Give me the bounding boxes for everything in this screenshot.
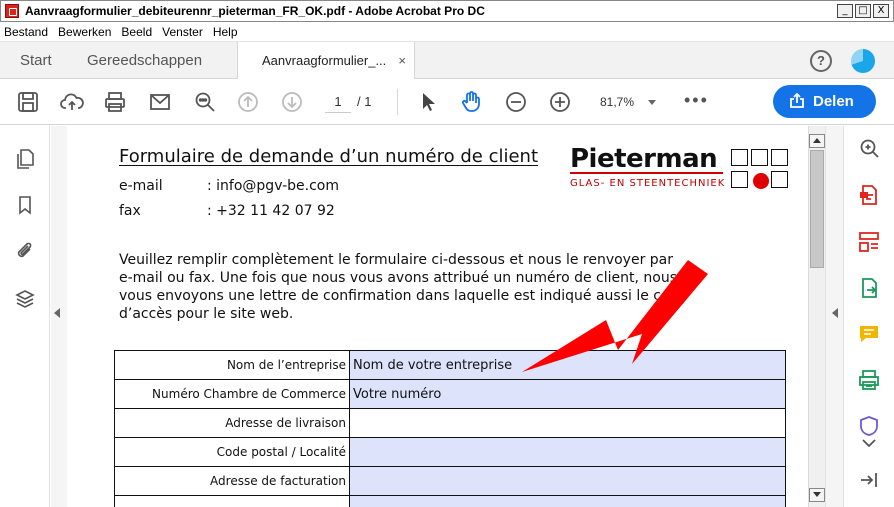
form-field-label: Adresse de facturation — [114, 466, 350, 496]
email-icon[interactable] — [148, 90, 172, 114]
collapse-panel-icon[interactable] — [857, 468, 881, 492]
postal-code-city-field[interactable] — [349, 437, 786, 467]
zoom-search-icon[interactable] — [857, 136, 881, 160]
scroll-thumb[interactable] — [810, 150, 824, 268]
zoom-in-icon[interactable] — [548, 90, 572, 114]
menu-item-help[interactable]: Help — [213, 25, 238, 39]
menu-item-bewerken[interactable]: Bewerken — [58, 25, 111, 39]
more-tools-icon[interactable]: ••• — [684, 91, 709, 109]
red-annotation-arrow — [522, 260, 708, 372]
contact-value: : +32 11 42 07 92 — [207, 203, 335, 219]
tab-start[interactable]: Start — [20, 42, 52, 79]
save-icon[interactable] — [16, 90, 40, 114]
contact-label: e-mail — [119, 178, 163, 194]
organize-pages-icon[interactable] — [857, 230, 881, 254]
upload-cloud-icon[interactable] — [60, 90, 84, 114]
layers-icon[interactable] — [14, 288, 36, 310]
main-toolbar: 1 / 1 81,7% ••• — [0, 79, 894, 125]
select-pointer-icon[interactable] — [416, 90, 440, 114]
collapse-left-panel[interactable] — [51, 126, 67, 507]
print-icon[interactable] — [103, 90, 127, 114]
attachment-icon[interactable] — [14, 240, 36, 262]
company-logo-name: Pieterman — [570, 144, 718, 174]
form-field-label — [114, 495, 350, 507]
zoom-select[interactable]: 81,7% — [592, 93, 662, 113]
chevron-down-icon[interactable] — [857, 432, 881, 448]
zoom-out-icon[interactable] — [504, 90, 528, 114]
previous-page-icon[interactable] — [236, 90, 260, 114]
menu-item-bestand[interactable]: Bestand — [4, 25, 48, 39]
export-pdf-icon[interactable] — [857, 183, 881, 207]
collapse-right-panel[interactable] — [825, 126, 843, 507]
minimize-button[interactable]: _ — [837, 4, 853, 18]
page-total: / 1 — [357, 94, 372, 109]
window-titlebar: Aanvraagformulier_debiteurennr_pieterman… — [0, 0, 894, 22]
bookmark-icon[interactable] — [14, 194, 36, 216]
menu-item-beeld[interactable]: Beeld — [121, 25, 152, 39]
window-controls: _ □ X — [837, 4, 889, 18]
send-file-icon[interactable] — [857, 276, 881, 300]
menu-item-venster[interactable]: Venster — [162, 25, 203, 39]
help-icon[interactable]: ? — [810, 50, 832, 72]
contact-value: : info@pgv-be.com — [207, 178, 340, 194]
vertical-scrollbar[interactable] — [808, 126, 825, 507]
tab-tools[interactable]: Gereedschappen — [87, 42, 202, 79]
form-field-label: Nom de l’entreprise — [114, 350, 350, 380]
form-title: Formulaire de demande d’un numéro de cli… — [119, 146, 539, 167]
tab-document-label: Aanvraagformulier_... — [262, 53, 387, 68]
document-viewport[interactable]: Formulaire de demande d’un numéro de cli… — [67, 126, 808, 507]
scroll-up-button[interactable] — [809, 134, 825, 148]
pages-icon[interactable] — [14, 148, 36, 170]
next-field[interactable] — [349, 495, 786, 507]
zoom-value: 81,7% — [600, 95, 635, 109]
contact-email-row: e-mail : info@pgv-be.com — [119, 178, 339, 194]
print-production-icon[interactable] — [857, 368, 881, 392]
search-icon[interactable] — [193, 90, 217, 114]
tab-bar: Start Gereedschappen Aanvraagformulier_.… — [0, 42, 894, 80]
table-row: Code postal / Localité — [114, 437, 786, 467]
right-tools-panel — [843, 126, 894, 507]
billing-address-field[interactable] — [349, 466, 786, 496]
share-button[interactable]: Delen — [773, 85, 876, 118]
chevron-down-icon — [648, 100, 656, 105]
menu-bar: Bestand Bewerken Beeld Venster Help — [0, 22, 894, 42]
logo-underline — [570, 172, 723, 174]
window-title: Aanvraagformulier_debiteurennr_pieterman… — [25, 4, 485, 18]
share-icon — [790, 93, 804, 108]
form-field-label: Adresse de livraison — [114, 408, 350, 438]
delivery-address-field[interactable] — [349, 408, 786, 438]
left-navigation-panel — [0, 126, 50, 507]
scroll-down-button[interactable] — [809, 488, 825, 502]
chevron-left-icon — [832, 308, 838, 318]
close-tab-icon[interactable]: × — [398, 42, 406, 79]
chevron-left-icon — [54, 308, 60, 318]
comment-icon[interactable] — [857, 322, 881, 346]
toolbar-divider — [397, 89, 398, 115]
share-label: Delen — [813, 93, 854, 110]
close-window-button[interactable]: X — [873, 4, 889, 18]
contact-fax-row: fax : +32 11 42 07 92 — [119, 203, 335, 219]
table-row: Adresse de livraison — [114, 408, 786, 438]
contact-label: fax — [119, 203, 141, 219]
form-field-label: Code postal / Localité — [114, 437, 350, 467]
page-number-input[interactable]: 1 — [325, 91, 351, 113]
acrobat-app-icon — [5, 4, 19, 18]
hand-tool-icon[interactable] — [459, 90, 483, 114]
logo-squares-icon — [731, 149, 790, 189]
company-logo-subtitle: GLAS- EN STEENTECHNIEK — [570, 178, 726, 189]
cloud-status-icon[interactable] — [851, 49, 875, 73]
maximize-button[interactable]: □ — [855, 4, 871, 18]
table-row — [114, 495, 786, 507]
tab-document[interactable]: Aanvraagformulier_... × — [237, 42, 415, 80]
table-row: Adresse de facturation — [114, 466, 786, 496]
form-field-label: Numéro Chambre de Commerce — [114, 379, 350, 409]
next-page-icon[interactable] — [280, 90, 304, 114]
